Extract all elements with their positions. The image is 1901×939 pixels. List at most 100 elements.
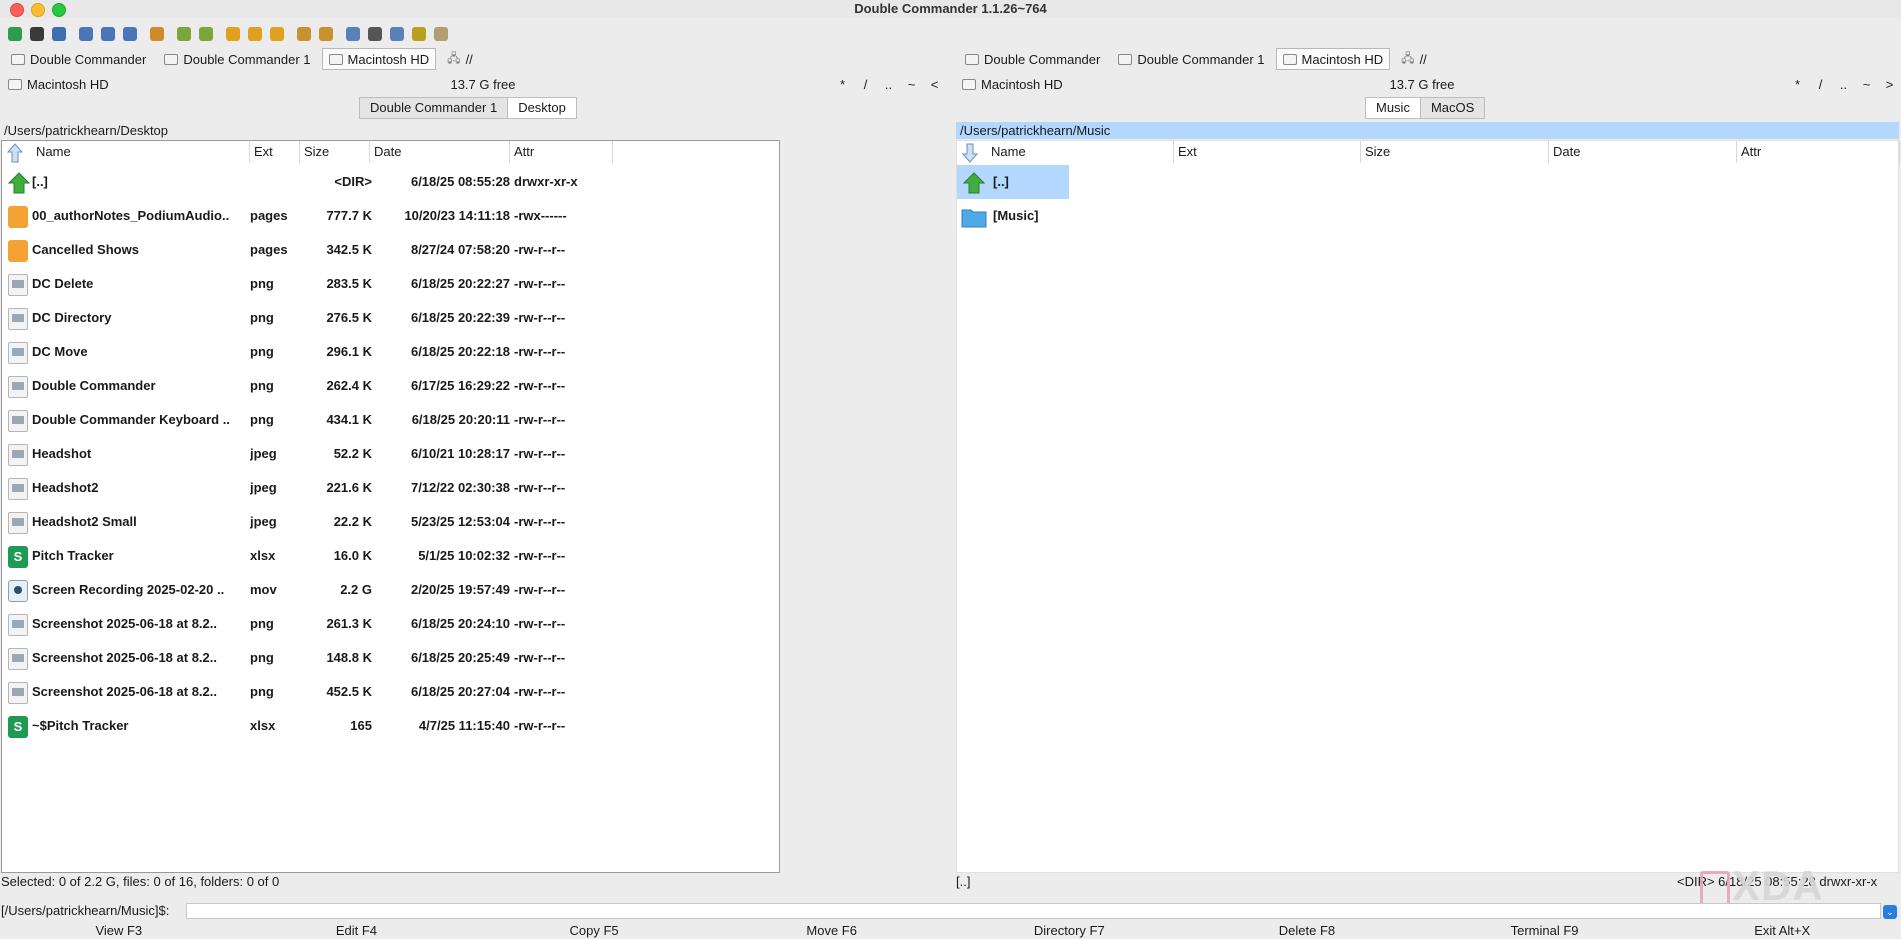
cell-attr: drwxr-xr-x xyxy=(514,174,578,189)
command-line-input[interactable] xyxy=(186,903,1881,919)
right-tab-network[interactable]: 🖧// xyxy=(1394,48,1434,70)
image-file-icon xyxy=(8,682,28,704)
cell-size: 296.1 K xyxy=(326,344,372,359)
cell-date: 6/18/25 20:22:39 xyxy=(410,310,510,325)
column-date[interactable]: Date xyxy=(370,141,510,163)
right-folder-tab-0[interactable]: Music xyxy=(1365,97,1421,119)
fkey-button[interactable]: View F3 xyxy=(0,923,238,939)
left-drive-button[interactable]: Macintosh HD xyxy=(8,77,109,92)
table-row[interactable]: DC Move png 296.1 K 6/18/25 20:22:18 -rw-r--… xyxy=(2,335,779,369)
cell-date: 6/18/25 20:24:10 xyxy=(410,616,510,631)
left-nav-button[interactable]: .. xyxy=(877,77,900,92)
cell-name: Double Commander xyxy=(32,378,156,393)
image-file-icon xyxy=(8,342,28,364)
right-file-list[interactable]: Name Ext Size Date Attr [..] [Music] xyxy=(956,140,1900,873)
column-attr[interactable]: Attr xyxy=(510,141,613,163)
pages-file-icon xyxy=(8,206,28,228)
folder-icon xyxy=(961,206,987,228)
cell-size: 165 xyxy=(350,718,372,733)
table-row[interactable]: Screen Recording 2025-02-20 .. mov 2.2 G 2/… xyxy=(2,573,779,607)
column-ext[interactable]: Ext xyxy=(1174,141,1361,163)
command-history-dropdown-button[interactable]: ⌄ xyxy=(1883,905,1897,919)
cell-date: 10/20/23 14:11:18 xyxy=(404,208,510,223)
cell-ext: pages xyxy=(250,208,288,223)
table-row[interactable]: [..] xyxy=(957,165,1898,199)
cell-ext xyxy=(250,165,300,199)
sort-descending-icon[interactable] xyxy=(961,143,979,163)
left-path[interactable]: /Users/patrickhearn/Desktop xyxy=(0,122,782,139)
cell-attr: -rw-r--r-- xyxy=(514,650,566,665)
drive-icon xyxy=(965,53,979,65)
right-tab-2[interactable]: Macintosh HD xyxy=(1275,48,1391,70)
fkey-button[interactable]: Copy F5 xyxy=(475,923,713,939)
cell-name: ~$Pitch Tracker xyxy=(32,718,129,733)
left-folder-tab-1[interactable]: Desktop xyxy=(507,97,577,119)
fkey-button[interactable]: Directory F7 xyxy=(951,923,1189,939)
left-tab-2[interactable]: Macintosh HD xyxy=(321,48,437,70)
fkey-button[interactable]: Terminal F9 xyxy=(1426,923,1664,939)
table-row[interactable]: 00_authorNotes_PodiumAudio.. pages 777.7 K… xyxy=(2,199,779,233)
left-folder-tab-0[interactable]: Double Commander 1 xyxy=(359,97,509,119)
column-name[interactable]: Name xyxy=(987,141,1174,163)
column-ext[interactable]: Ext xyxy=(250,141,300,163)
cell-attr: -rw-r--r-- xyxy=(514,344,566,359)
right-drive-button[interactable]: Macintosh HD xyxy=(962,77,1063,92)
left-nav-button[interactable]: < xyxy=(923,77,946,92)
table-row[interactable]: [..] <DIR> 6/18/25 08:55:28 drwxr-xr-x xyxy=(2,165,779,199)
right-path[interactable]: /Users/patrickhearn/Music xyxy=(956,122,1899,139)
right-nav-button[interactable]: > xyxy=(1878,77,1901,92)
table-row[interactable]: Headshot2 jpeg 221.6 K 7/12/22 02:30:38 -rw-… xyxy=(2,471,779,505)
image-file-icon xyxy=(8,444,28,466)
column-size[interactable]: Size xyxy=(300,141,370,163)
spreadsheet-file-icon: S xyxy=(8,716,28,738)
table-row[interactable]: Screenshot 2025-06-18 at 8.2.. png 261.3 K… xyxy=(2,607,779,641)
cell-size: 22.2 K xyxy=(333,514,372,529)
table-row[interactable]: Double Commander png 262.4 K 6/17/25 16:29:… xyxy=(2,369,779,403)
fkey-button[interactable]: Delete F8 xyxy=(1188,923,1426,939)
column-name[interactable]: Name xyxy=(32,141,250,163)
left-file-list[interactable]: Name Ext Size Date Attr [..] <DIR> 6/18/25… xyxy=(1,140,780,873)
table-row[interactable]: DC Directory png 276.5 K 6/18/25 20:22:39 -r… xyxy=(2,301,779,335)
table-row[interactable]: DC Delete png 283.5 K 6/18/25 20:22:27 -rw-r… xyxy=(2,267,779,301)
sort-ascending-icon[interactable] xyxy=(6,143,24,163)
table-row[interactable]: Double Commander Keyboard .. png 434.1 K 6/… xyxy=(2,403,779,437)
cell-attr: -rw-r--r-- xyxy=(514,480,566,495)
image-file-icon xyxy=(8,648,28,670)
left-tab-bar: Double Commander Double Commander 1 Maci… xyxy=(4,48,480,70)
table-row[interactable]: Headshot2 Small jpeg 22.2 K 5/23/25 12:53:0… xyxy=(2,505,779,539)
cell-date: 6/10/21 10:28:17 xyxy=(410,446,510,461)
column-attr[interactable]: Attr xyxy=(1737,141,1900,163)
left-nav-button[interactable]: * xyxy=(831,77,854,92)
cell-attr: -rw-r--r-- xyxy=(514,548,566,563)
table-row[interactable]: S Pitch Tracker xlsx 16.0 K 5/1/25 10:02:32-… xyxy=(2,539,779,573)
image-file-icon xyxy=(8,478,28,500)
fkey-button[interactable]: Exit Alt+X xyxy=(1663,923,1901,939)
right-nav-button[interactable]: .. xyxy=(1832,77,1855,92)
right-nav-button[interactable]: ~ xyxy=(1855,77,1878,92)
left-tab-0[interactable]: Double Commander xyxy=(4,48,153,70)
fkey-button[interactable]: Edit F4 xyxy=(238,923,476,939)
right-tab-0[interactable]: Double Commander xyxy=(958,48,1107,70)
left-nav-button[interactable]: / xyxy=(854,77,877,92)
right-nav-button[interactable]: * xyxy=(1786,77,1809,92)
cell-ext: mov xyxy=(250,582,277,597)
table-row[interactable]: Screenshot 2025-06-18 at 8.2.. png 452.5 K… xyxy=(2,675,779,709)
right-tab-1[interactable]: Double Commander 1 xyxy=(1111,48,1271,70)
right-folder-tab-1[interactable]: MacOS xyxy=(1419,97,1486,119)
column-date[interactable]: Date xyxy=(1549,141,1737,163)
table-row[interactable]: Headshot jpeg 52.2 K 6/10/21 10:28:17 -rw-r-… xyxy=(2,437,779,471)
left-tab-1[interactable]: Double Commander 1 xyxy=(157,48,317,70)
cell-size: 221.6 K xyxy=(326,480,372,495)
left-nav-button[interactable]: ~ xyxy=(900,77,923,92)
drive-icon xyxy=(1282,53,1297,65)
left-tab-network[interactable]: 🖧// xyxy=(440,48,480,70)
fkey-button[interactable]: Move F6 xyxy=(713,923,951,939)
right-nav-button[interactable]: / xyxy=(1809,77,1832,92)
table-row[interactable]: S ~$Pitch Tracker xlsx 165 4/7/25 11:15:40 -r… xyxy=(2,709,779,743)
left-nav-buttons: * /.. ~ < xyxy=(831,77,946,92)
column-size[interactable]: Size xyxy=(1361,141,1549,163)
table-row[interactable]: Cancelled Shows pages 342.5 K 8/27/24 07:58… xyxy=(2,233,779,267)
table-row[interactable]: Screenshot 2025-06-18 at 8.2.. png 148.8 K… xyxy=(2,641,779,675)
table-row[interactable]: [Music] xyxy=(957,199,1898,233)
cell-date: 7/12/22 02:30:38 xyxy=(410,480,510,495)
